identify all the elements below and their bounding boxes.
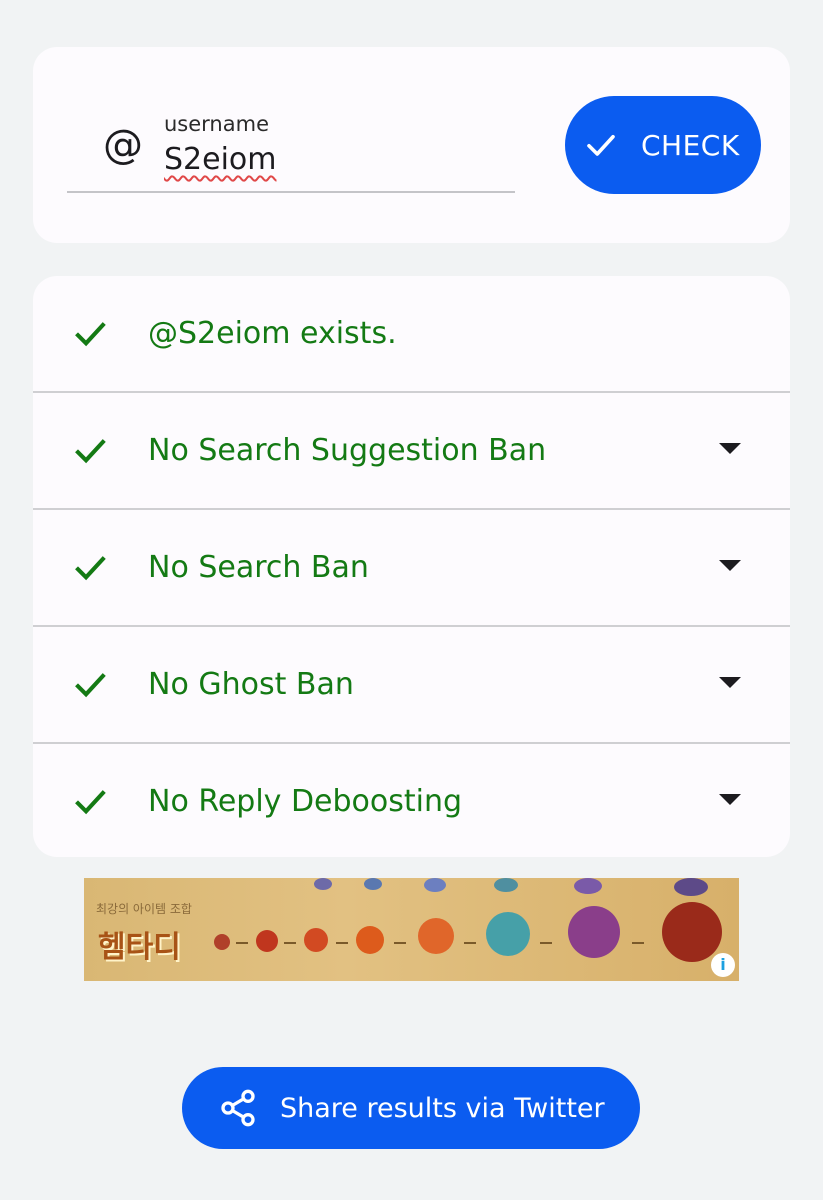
result-row-reply-deboosting[interactable]: No Reply Deboosting bbox=[33, 744, 790, 857]
ad-sprite bbox=[304, 928, 328, 952]
ad-arrow bbox=[236, 942, 248, 944]
chevron-down-icon[interactable] bbox=[719, 443, 741, 454]
check-icon bbox=[75, 556, 106, 581]
result-row-ghost-ban[interactable]: No Ghost Ban bbox=[33, 627, 790, 743]
ad-title: 헴타디 bbox=[98, 930, 181, 965]
chevron-down-icon[interactable] bbox=[719, 677, 741, 688]
ad-arrow bbox=[632, 942, 644, 944]
ad-arrow bbox=[394, 942, 406, 944]
result-text: No Ghost Ban bbox=[148, 667, 354, 702]
ad-sprite bbox=[662, 902, 722, 962]
ad-sprite bbox=[674, 878, 708, 896]
check-icon bbox=[75, 673, 106, 698]
ad-sprite bbox=[356, 926, 384, 954]
check-icon bbox=[75, 439, 106, 464]
ad-subtitle: 최강의 아이템 조합 bbox=[96, 902, 192, 916]
check-icon bbox=[587, 134, 615, 156]
result-text: No Search Suggestion Ban bbox=[148, 433, 547, 468]
at-icon: @ bbox=[103, 122, 143, 168]
chevron-down-icon[interactable] bbox=[719, 560, 741, 571]
ad-sprite bbox=[494, 878, 518, 892]
check-icon bbox=[75, 790, 106, 815]
check-button[interactable]: CHECK bbox=[565, 96, 761, 194]
share-button-label: Share results via Twitter bbox=[280, 1092, 605, 1124]
check-button-label: CHECK bbox=[641, 128, 740, 162]
share-icon bbox=[221, 1089, 255, 1127]
ad-arrow bbox=[284, 942, 296, 944]
result-row-search-suggestion-ban[interactable]: No Search Suggestion Ban bbox=[33, 393, 790, 509]
chevron-down-icon[interactable] bbox=[719, 794, 741, 805]
result-row-search-ban[interactable]: No Search Ban bbox=[33, 510, 790, 626]
username-underline bbox=[67, 191, 515, 193]
share-twitter-button[interactable]: Share results via Twitter bbox=[182, 1067, 640, 1149]
ad-sprite bbox=[256, 930, 278, 952]
username-label: username bbox=[164, 112, 269, 136]
ad-sprite bbox=[214, 934, 230, 950]
ad-sprite bbox=[424, 878, 446, 892]
ad-arrow bbox=[336, 942, 348, 944]
result-text: No Reply Deboosting bbox=[148, 784, 463, 819]
ad-sprite bbox=[568, 906, 620, 958]
ad-sprite bbox=[418, 918, 454, 954]
result-row-exists: @S2eiom exists. bbox=[33, 276, 790, 392]
check-icon bbox=[75, 322, 106, 347]
username-input[interactable]: S2eiom bbox=[164, 142, 277, 177]
ad-sprite bbox=[486, 912, 530, 956]
ad-arrow bbox=[540, 942, 552, 944]
ad-sprite bbox=[574, 878, 602, 894]
ad-banner[interactable]: 최강의 아이템 조합 헴타디 i bbox=[84, 878, 739, 981]
result-text: @S2eiom exists. bbox=[148, 316, 397, 351]
ad-arrow bbox=[464, 942, 476, 944]
result-text: No Search Ban bbox=[148, 550, 369, 585]
ad-sprite bbox=[314, 878, 332, 890]
ad-sprite bbox=[364, 878, 382, 890]
ad-info-icon[interactable]: i bbox=[711, 953, 735, 977]
results-card: @S2eiom exists. No Search Suggestion Ban… bbox=[33, 276, 790, 857]
